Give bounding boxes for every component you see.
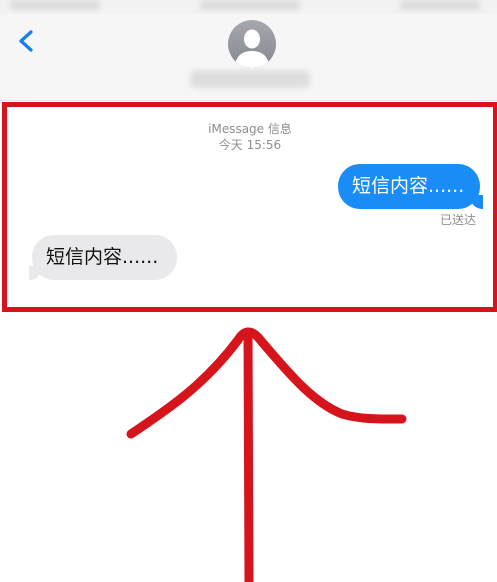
service-label: iMessage 信息 <box>208 122 292 136</box>
contact-avatar[interactable] <box>228 20 276 68</box>
status-bar <box>0 0 497 14</box>
conversation-header <box>0 14 497 101</box>
contact-name-redacted[interactable] <box>190 70 310 88</box>
status-bar-right-blur <box>400 0 480 10</box>
arrow-head <box>126 327 407 439</box>
back-button[interactable] <box>12 24 42 58</box>
arrow-shaft <box>243 327 254 582</box>
message-thread-highlight: iMessage 信息 今天 15:56 短信内容...... 已送达 短信内容… <box>2 102 497 312</box>
sent-message-bubble[interactable]: 短信内容...... <box>338 164 483 209</box>
chevron-left-icon <box>19 30 33 52</box>
status-bar-center-blur <box>200 0 300 10</box>
received-message-bubble[interactable]: 短信内容...... <box>29 235 177 280</box>
up-arrow-annotation <box>126 327 407 582</box>
person-silhouette-icon <box>228 20 276 68</box>
timestamp: 今天 15:56 <box>218 138 282 152</box>
delivered-status: 已送达 <box>439 213 476 227</box>
status-bar-left-blur <box>10 0 100 10</box>
